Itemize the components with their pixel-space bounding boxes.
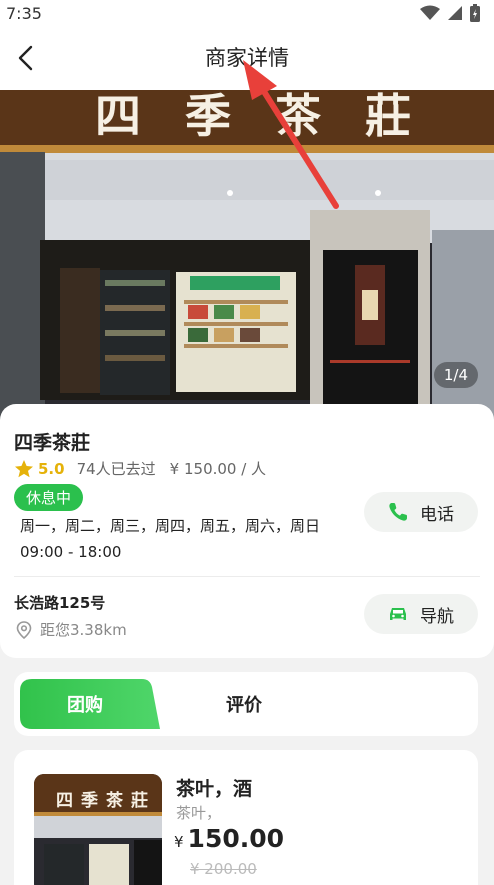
navigate-button[interactable]: 导航 [364, 594, 478, 634]
call-button-label: 电话 [420, 504, 454, 525]
navigate-button-label: 导航 [420, 606, 454, 627]
carousel-counter: 1/4 [433, 362, 478, 388]
location-pin-icon [16, 620, 32, 639]
deal-image: 四季茶莊 [34, 774, 162, 885]
signal-icon [448, 6, 462, 20]
shop-address: 长浩路125号 [14, 594, 106, 612]
deal-currency: ¥ [174, 833, 184, 851]
nav-bar: 商家详情 [0, 26, 494, 90]
visited-count: 74人已去过 [76, 460, 156, 478]
status-bar: 7:35 [0, 0, 494, 26]
phone-icon [389, 503, 407, 521]
deal-image-sign: 四季茶莊 [56, 790, 156, 811]
shop-photo-carousel[interactable]: 四季茶莊 1/4 [0, 90, 494, 420]
deal-original-price: ¥ 200.00 [190, 860, 257, 878]
deal-subtitle: 茶叶， [176, 804, 222, 822]
distance-row: 距您3.38km [16, 619, 127, 640]
battery-icon [470, 4, 480, 22]
tab-reviews[interactable]: 评价 [174, 679, 314, 729]
tab-group-buy-label: 团购 [67, 695, 103, 716]
deal-card[interactable]: 四季茶莊 茶叶，酒 茶叶， ¥ 150.00 ¥ 200.00 [14, 750, 478, 885]
rating-score: 5.0 [38, 459, 65, 478]
shop-sign-text: 四季茶莊 [95, 90, 455, 143]
distance-text: 距您3.38km [40, 621, 127, 639]
deal-price: ¥ 150.00 [174, 824, 284, 853]
deal-amount: 150.00 [187, 824, 285, 853]
open-hours: 09:00 - 18:00 [20, 543, 122, 561]
open-days: 周一，周二，周三，周四，周五，周六，周日 [20, 517, 321, 535]
car-icon [390, 608, 406, 620]
divider [14, 576, 480, 577]
star-icon [15, 459, 33, 477]
tab-bar: 团购 评价 [14, 672, 478, 736]
avg-price: ¥ 150.00 / 人 [169, 460, 267, 478]
call-button[interactable]: 电话 [364, 492, 478, 532]
shop-name: 四季茶莊 [14, 432, 91, 454]
deal-title: 茶叶，酒 [176, 778, 253, 800]
wifi-icon [420, 5, 440, 20]
shop-photo: 四季茶莊 [0, 90, 494, 420]
rating-row: 5.0 74人已去过 ¥ 150.00 / 人 [14, 458, 266, 479]
status-time: 7:35 [6, 3, 42, 23]
shop-info-card: 四季茶莊 5.0 74人已去过 ¥ 150.00 / 人 休息中 周一，周二，周… [0, 404, 494, 658]
page-title: 商家详情 [205, 46, 289, 70]
status-badge: 休息中 [14, 484, 84, 511]
tab-group-buy[interactable]: 团购 [20, 679, 160, 729]
